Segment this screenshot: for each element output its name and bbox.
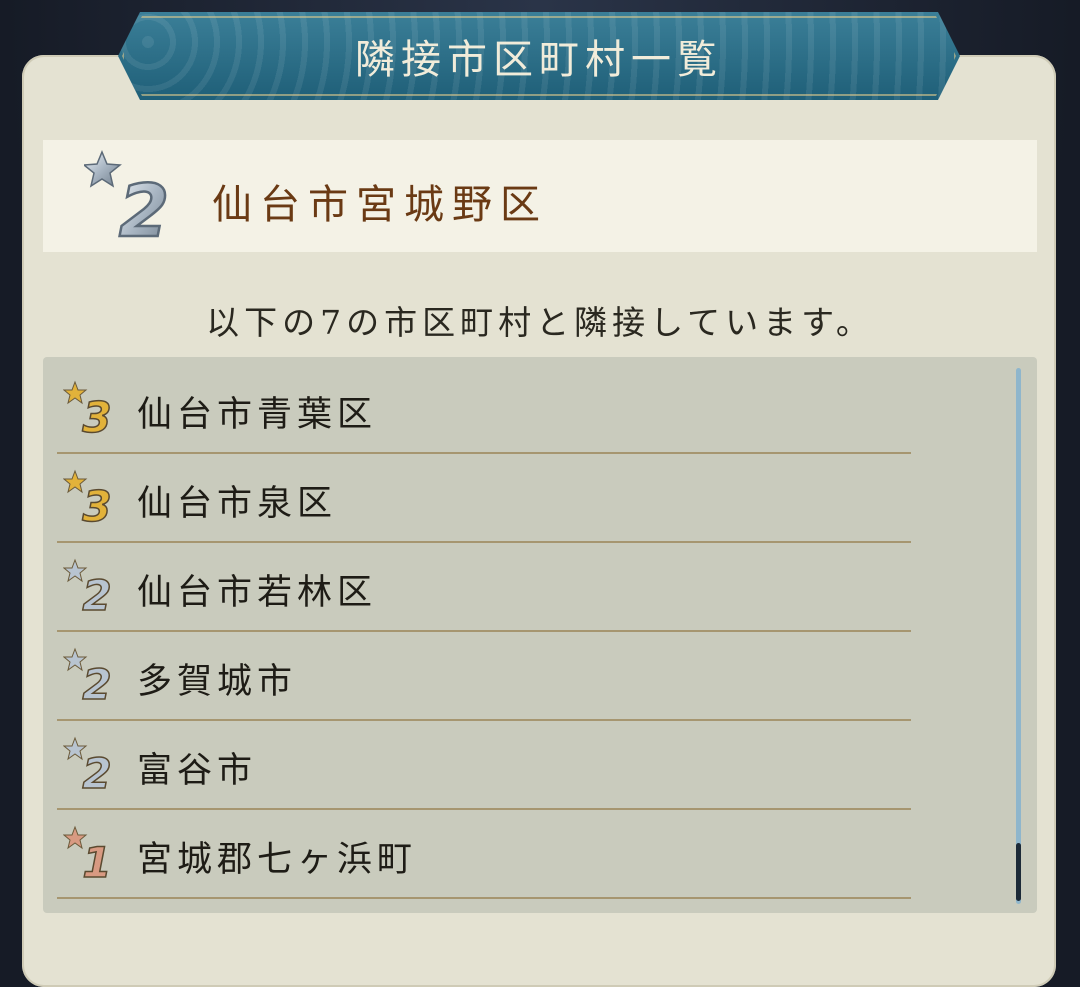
scrollbar-thumb[interactable] [1016,843,1021,901]
rank-number: 2 [82,749,111,792]
rank-number: 2 [82,660,111,703]
svg-text:2: 2 [119,169,169,244]
rank-number: 3 [82,482,111,525]
selected-municipality-name: 仙台市宮城野区 [212,182,548,228]
neighbor-name: 仙台市若林区 [137,573,378,613]
scrollbar-track[interactable] [1016,368,1021,904]
neighbor-list-item[interactable]: 3 仙台市青葉区 [57,364,911,454]
neighbor-name: 仙台市泉区 [137,484,338,524]
gold-star-rank-icon: 3 [63,469,112,525]
rank-number: 2 [82,571,111,614]
silver-star-rank-2-icon: 2 [84,150,170,244]
rank-number: 1 [82,838,111,881]
bronze-star-rank-icon: 1 [63,825,112,881]
neighbor-list-item[interactable]: 2 富谷市 [57,720,911,810]
neighbor-list-item[interactable]: 2 仙台市若林区 [57,542,911,632]
silver-star-rank-icon: 2 [63,558,112,614]
neighbor-list-item[interactable]: 1 宮城郡七ヶ浜町 [57,809,911,899]
neighbor-list-item[interactable]: 2 多賀城市 [57,631,911,721]
silver-star-rank-icon: 2 [63,647,112,703]
gold-star-rank-icon: 3 [63,380,112,436]
silver-star-rank-icon: 2 [63,736,112,792]
title-banner: 隣接市区町村一覧 [118,12,960,100]
neighbor-name: 仙台市青葉区 [137,395,378,435]
rank-number: 3 [82,393,111,436]
neighbor-name: 富谷市 [137,751,258,791]
neighbor-count-message: 以下の7の市区町村と隣接しています。 [206,303,874,342]
neighbor-name: 多賀城市 [137,662,298,702]
dialog-title: 隣接市区町村一覧 [355,37,723,83]
neighbor-list-item[interactable]: 3 仙台市泉区 [57,453,911,543]
neighbor-name: 宮城郡七ヶ浜町 [137,840,418,880]
